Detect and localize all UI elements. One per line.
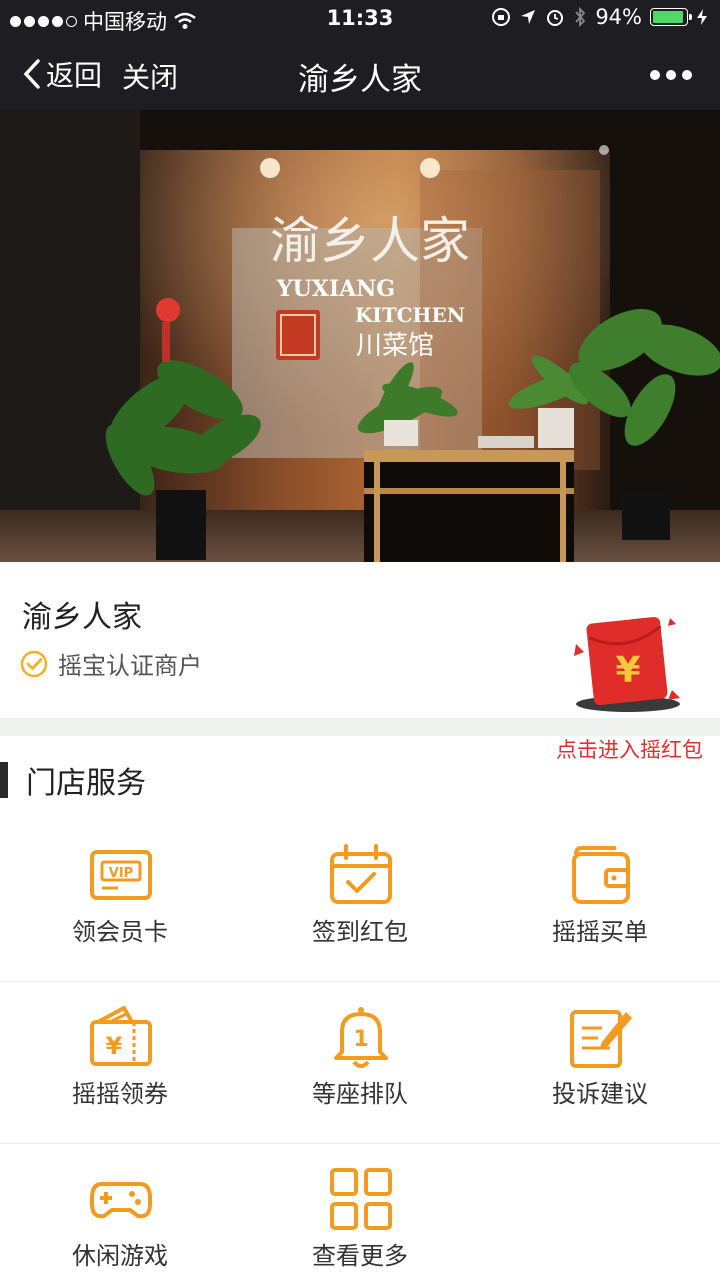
service-label: 查看更多: [312, 1242, 408, 1270]
services-header: 门店服务: [0, 756, 720, 801]
service-label: 等座排队: [312, 1080, 408, 1108]
red-packet-icon[interactable]: ¥: [572, 612, 692, 722]
status-bar: 中国移动 11:33 94%: [0, 0, 720, 36]
service-shake-pay[interactable]: 摇摇买单: [480, 820, 720, 982]
services-row: ¥ 摇摇领券 1 等座排队 投诉建议: [0, 982, 720, 1144]
services-title: 门店服务: [26, 766, 146, 801]
vip-card-icon: VIP: [90, 850, 152, 900]
service-vip-card[interactable]: VIP 领会员卡: [0, 820, 240, 982]
merchant-info: 渝乡人家 摇宝认证商户 ¥ 点击进入摇红包: [0, 562, 720, 762]
certification-label: 摇宝认证商户: [58, 652, 202, 680]
service-checkin-redpacket[interactable]: 签到红包: [240, 820, 480, 982]
service-label: 签到红包: [312, 918, 408, 946]
location-icon: [521, 10, 536, 24]
status-right: 94%: [491, 5, 708, 29]
svg-text:1: 1: [353, 1027, 368, 1052]
merchant-certification: 摇宝认证商户: [20, 646, 202, 681]
wallet-icon: [572, 846, 630, 904]
service-games[interactable]: 休闲游戏: [0, 1144, 240, 1280]
gamepad-icon: [90, 1182, 152, 1219]
svg-text:¥: ¥: [615, 650, 640, 691]
svg-text:¥: ¥: [106, 1032, 123, 1060]
services-row: VIP 领会员卡 签到红包 摇摇买单: [0, 820, 720, 982]
battery-percent: 94%: [595, 5, 642, 29]
coupon-icon: ¥: [90, 1006, 152, 1066]
service-label: 摇摇领券: [72, 1080, 168, 1108]
calendar-check-icon: [330, 844, 392, 904]
page-title: 渝乡人家: [298, 62, 422, 98]
sign-sub-text: 川菜馆: [356, 331, 434, 361]
service-label: 休闲游戏: [72, 1242, 168, 1270]
section-marker: [0, 762, 8, 798]
merchant-name: 渝乡人家: [22, 600, 142, 635]
section-divider: [0, 718, 720, 736]
edit-feedback-icon: [570, 1010, 632, 1068]
service-label: 投诉建议: [552, 1080, 648, 1108]
services-row: 休闲游戏 查看更多: [0, 1144, 720, 1280]
storefront-photo: 渝乡人家 YUXIANG KITCHEN 川菜馆: [0, 110, 720, 562]
sign-en-1: YUXIANG: [276, 276, 395, 302]
bell-queue-icon: 1: [334, 1007, 388, 1068]
service-more[interactable]: 查看更多: [240, 1144, 480, 1280]
battery-icon: [650, 8, 692, 26]
svg-text:VIP: VIP: [109, 866, 133, 881]
nav-bar: 返回 关闭 渝乡人家: [0, 36, 720, 110]
more-options-button[interactable]: [650, 70, 692, 80]
sign-main-text: 渝乡人家: [270, 212, 470, 270]
alarm-icon: [547, 10, 564, 26]
verified-check-icon: [20, 650, 48, 677]
seal-icon: [276, 310, 320, 360]
service-queue[interactable]: 1 等座排队: [240, 982, 480, 1144]
service-feedback[interactable]: 投诉建议: [480, 982, 720, 1144]
grid-more-icon: [330, 1168, 392, 1230]
sign-en-2: KITCHEN: [355, 303, 465, 327]
rotation-lock-icon: [492, 8, 511, 26]
service-label: 领会员卡: [72, 918, 168, 946]
bluetooth-icon: [575, 7, 586, 27]
service-shake-coupon[interactable]: ¥ 摇摇领券: [0, 982, 240, 1144]
services-grid: VIP 领会员卡 签到红包 摇摇买单 ¥ 摇摇领券 1 等座排队 投诉建议 休闲…: [0, 820, 720, 1280]
charging-icon: [697, 9, 707, 25]
service-label: 摇摇买单: [552, 918, 648, 946]
